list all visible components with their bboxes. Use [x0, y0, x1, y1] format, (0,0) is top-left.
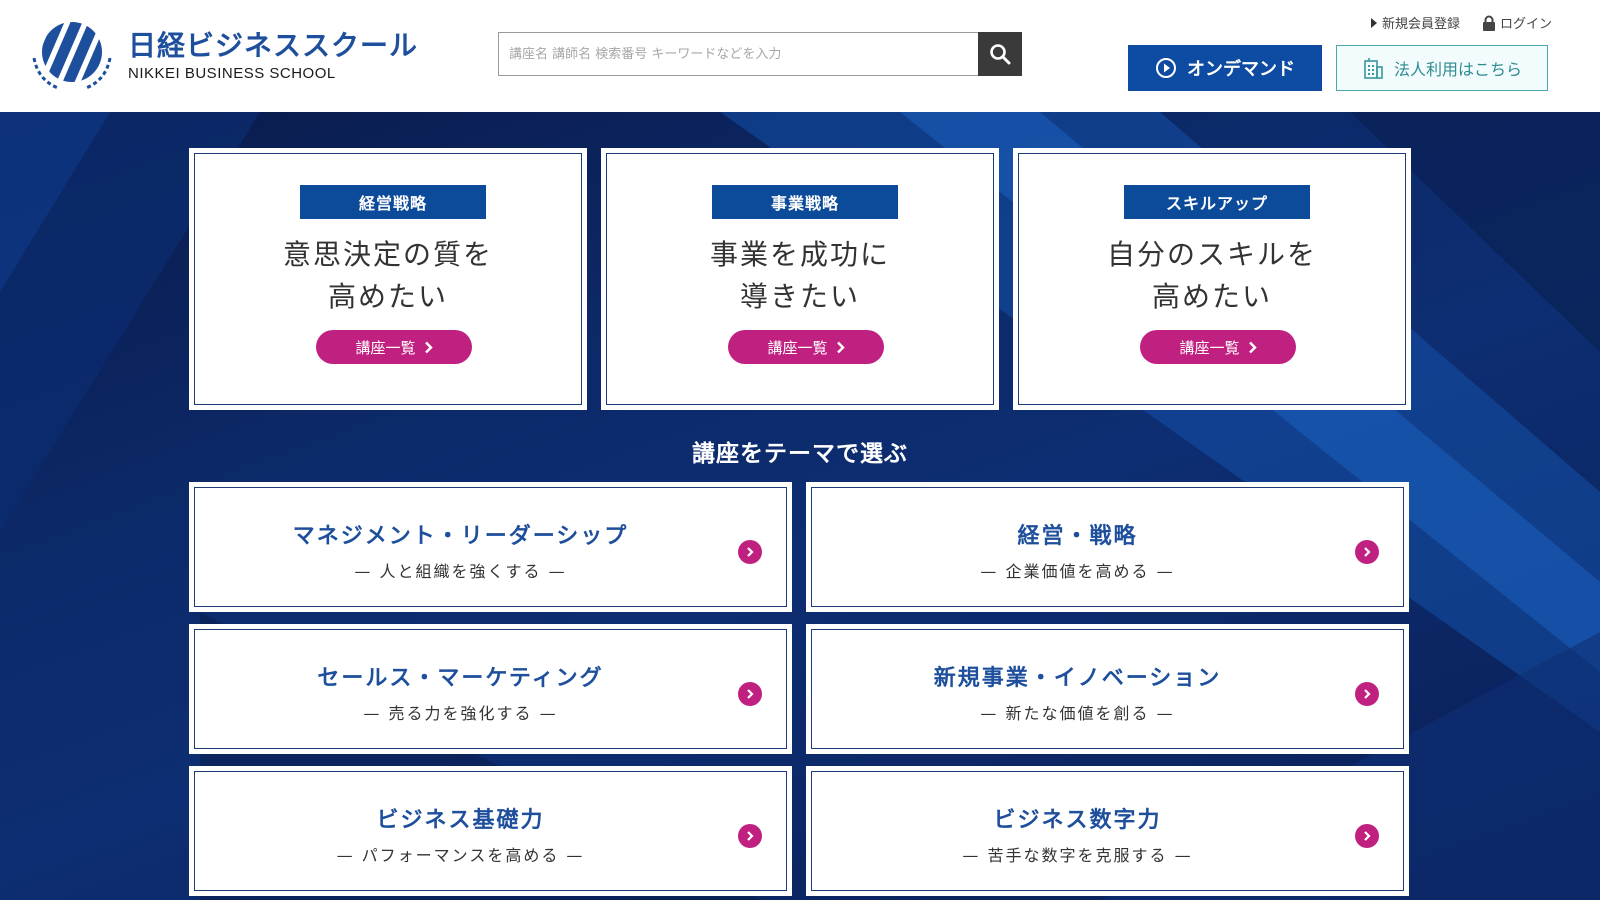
course-list-button[interactable]: 講座一覧 [728, 330, 884, 364]
play-circle-icon [1156, 58, 1176, 78]
category-tag: 経営戦略 [300, 185, 486, 219]
site-header: 日経ビジネススクール NIKKEI BUSINESS SCHOOL 新規会員登録… [0, 0, 1600, 112]
search-button[interactable] [978, 32, 1022, 76]
site-logo[interactable]: 日経ビジネススクール NIKKEI BUSINESS SCHOOL [24, 18, 418, 92]
theme-subtitle: — 苦手な数字を克服する — [962, 846, 1193, 865]
logo-english-text: NIKKEI BUSINESS SCHOOL [128, 64, 336, 82]
search-bar [498, 32, 1022, 76]
caret-right-icon [1370, 17, 1377, 28]
register-link-label: 新規会員登録 [1381, 17, 1460, 32]
arrow-circle-right-icon[interactable] [738, 682, 762, 706]
theme-subtitle: — 企業価値を高める — [980, 562, 1175, 581]
arrow-circle-right-icon[interactable] [1355, 540, 1379, 564]
chevron-right-icon [424, 341, 433, 353]
category-headline: 自分のスキルを 高めたい [1106, 238, 1317, 313]
theme-subtitle: — 新たな価値を創る — [980, 704, 1175, 723]
login-link[interactable]: ログイン [1482, 13, 1552, 32]
course-list-button[interactable]: 講座一覧 [1140, 330, 1296, 364]
theme-subtitle: — 売る力を強化する — [363, 704, 558, 723]
arrow-circle-right-icon[interactable] [738, 824, 762, 848]
theme-subtitle: — パフォーマンスを高める — [336, 846, 585, 865]
account-links: 新規会員登録 ログイン [1370, 13, 1552, 32]
themes-section-title: 講座をテーマで選ぶ [692, 441, 908, 467]
theme-card-sales-marketing[interactable]: セールス・マーケティング — 売る力を強化する — [189, 624, 792, 754]
category-card-skill-up[interactable]: スキルアップ 自分のスキルを 高めたい 講座一覧 [1013, 148, 1411, 410]
logo-japanese-text: 日経ビジネススクール [128, 28, 419, 62]
category-card-management-strategy[interactable]: 経営戦略 意思決定の質を 高めたい 講座一覧 [189, 148, 587, 410]
corporate-button-label: 法人利用はこちら [1393, 60, 1522, 79]
theme-card-business-numeracy[interactable]: ビジネス数字力 — 苦手な数字を克服する — [806, 766, 1409, 896]
arrow-circle-right-icon[interactable] [1355, 824, 1379, 848]
theme-title: 経営・戦略 [1017, 524, 1138, 549]
category-tag: スキルアップ [1124, 185, 1310, 219]
theme-subtitle: — 人と組織を強くする — [354, 562, 567, 581]
search-icon [990, 44, 1011, 65]
theme-title: セールス・マーケティング [317, 666, 604, 691]
theme-card-business-basics[interactable]: ビジネス基礎力 — パフォーマンスを高める — [189, 766, 792, 896]
arrow-circle-right-icon[interactable] [1355, 682, 1379, 706]
hero-section: 経営戦略 意思決定の質を 高めたい 講座一覧 事業戦略 事業を成功に 導きたい … [0, 112, 1600, 900]
category-headline: 事業を成功に 導きたい [709, 238, 890, 313]
category-card-business-strategy[interactable]: 事業戦略 事業を成功に 導きたい 講座一覧 [601, 148, 999, 410]
login-link-label: ログイン [1499, 17, 1552, 32]
theme-title: ビジネス基礎力 [376, 808, 545, 833]
theme-card-new-business-innovation[interactable]: 新規事業・イノベーション — 新たな価値を創る — [806, 624, 1409, 754]
category-tag: 事業戦略 [712, 185, 898, 219]
arrow-circle-right-icon[interactable] [738, 540, 762, 564]
theme-title: マネジメント・リーダーシップ [292, 524, 629, 549]
search-input[interactable] [498, 32, 978, 76]
category-headline: 意思決定の質を 高めたい [282, 238, 493, 313]
ondemand-button-label: オンデマンド [1187, 59, 1295, 80]
course-list-button[interactable]: 講座一覧 [316, 330, 472, 364]
register-link[interactable]: 新規会員登録 [1370, 13, 1460, 32]
ondemand-button[interactable]: オンデマンド [1128, 45, 1322, 91]
building-icon [1364, 58, 1383, 79]
theme-title: 新規事業・イノベーション [933, 666, 1222, 691]
theme-title: ビジネス数字力 [993, 808, 1162, 833]
theme-card-management-strategy[interactable]: 経営・戦略 — 企業価値を高める — [806, 482, 1409, 612]
lock-icon [1482, 15, 1495, 31]
corporate-button[interactable]: 法人利用はこちら [1336, 45, 1548, 91]
chevron-right-icon [836, 341, 845, 353]
chevron-right-icon [1248, 341, 1257, 353]
logo-emblem-icon [32, 22, 112, 90]
theme-card-management-leadership[interactable]: マネジメント・リーダーシップ — 人と組織を強くする — [189, 482, 792, 612]
